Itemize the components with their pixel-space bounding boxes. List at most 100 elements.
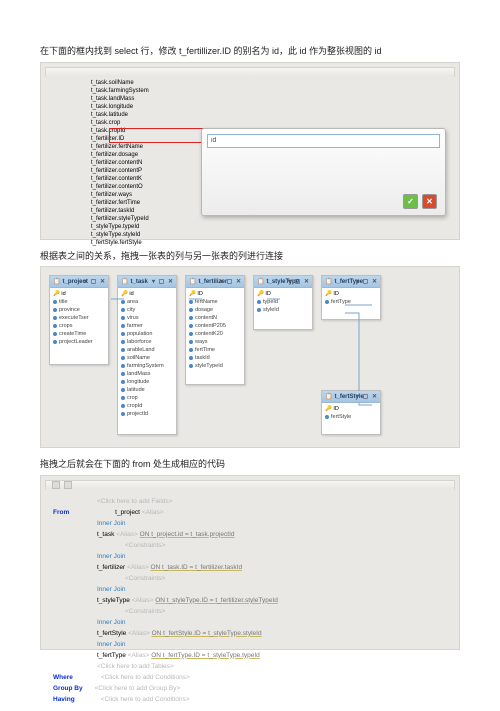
column-item[interactable]: soilName <box>121 354 173 362</box>
gb-ph[interactable]: <Click here to add Group By> <box>83 685 181 692</box>
tables-placeholder[interactable]: <Click here to add Tables> <box>53 661 174 672</box>
field-item[interactable]: t_fertilizer.dosage <box>91 151 149 159</box>
column-item[interactable]: typeId <box>257 298 309 306</box>
table-window-t_task[interactable]: 📋t_task▾ ▢ ✕ 🔑 idareacityvirusfarmerpopul… <box>117 275 177 435</box>
column-item[interactable]: crops <box>53 322 105 330</box>
table-window-t_fertStyle[interactable]: 📋t_fertStyle▾ ▢ ✕ 🔑 IDfertStyle <box>321 390 381 435</box>
column-item[interactable]: virus <box>121 314 173 322</box>
column-item[interactable]: laborforce <box>121 338 173 346</box>
field-item[interactable]: t_fertilizer.contentO <box>91 183 149 191</box>
table-header[interactable]: 📋t_task▾ ▢ ✕ <box>118 276 176 288</box>
column-item[interactable]: province <box>53 306 105 314</box>
select-editor-panel: t_task.soilName t_task.farmingSystem t_t… <box>40 62 460 240</box>
column-item[interactable]: latitude <box>121 386 173 394</box>
alias-ph[interactable]: <Alias> <box>116 531 138 538</box>
column-item[interactable]: longitude <box>121 378 173 386</box>
column-item[interactable]: contentP205 <box>189 322 241 330</box>
table-header[interactable]: 📋t_fertType▾ ▢ ✕ <box>322 276 380 288</box>
column-item[interactable]: 🔑 ID <box>189 290 241 298</box>
column-item[interactable]: farmer <box>121 322 173 330</box>
kw-from: From <box>53 509 69 516</box>
toolbar-button[interactable] <box>64 481 72 489</box>
column-item[interactable]: landMass <box>121 370 173 378</box>
constraints-ph[interactable]: <Constraints> <box>53 606 165 617</box>
field-item[interactable]: t_task.soilName <box>91 79 149 87</box>
column-item[interactable]: farmingSystem <box>121 362 173 370</box>
fields-placeholder[interactable]: <Click here to add Fields> <box>53 496 173 507</box>
column-item[interactable]: 🔑 ID <box>257 290 309 298</box>
field-item[interactable]: t_styleType.typeId <box>91 223 149 231</box>
toolbar-button[interactable] <box>52 481 60 489</box>
tbl: t_fertType <box>97 652 126 659</box>
field-item[interactable]: t_fertilizer.ID <box>91 135 149 143</box>
field-item[interactable]: t_task.landMass <box>91 95 149 103</box>
alias-ph[interactable]: <Alias> <box>142 509 164 516</box>
cond-ph[interactable]: <Click here to add Conditions> <box>73 672 190 683</box>
tbl: t_styleType <box>97 597 130 604</box>
column-item[interactable]: crop <box>121 394 173 402</box>
column-item[interactable]: city <box>121 306 173 314</box>
field-item[interactable]: t_fertilizer.fertName <box>91 143 149 151</box>
field-item[interactable]: t_fertilizer.styleTypeId <box>91 215 149 223</box>
column-item[interactable]: projectId <box>121 410 173 418</box>
kw-ij: Inner Join <box>53 551 126 562</box>
column-item[interactable]: projectLeader <box>53 338 105 346</box>
field-item[interactable]: t_fertilizer.contentN <box>91 159 149 167</box>
confirm-button[interactable]: ✓ <box>403 194 418 209</box>
field-item[interactable]: t_fertilizer.taskId <box>91 207 149 215</box>
column-item[interactable]: taskId <box>189 354 241 362</box>
column-item[interactable]: executeTser <box>53 314 105 322</box>
column-item[interactable]: arableLand <box>121 346 173 354</box>
column-item[interactable]: title <box>53 298 105 306</box>
field-item[interactable]: t_task.cropId <box>91 127 149 135</box>
column-item[interactable]: contentK20 <box>189 330 241 338</box>
column-item[interactable]: fertName <box>189 298 241 306</box>
alias-ph[interactable]: <Alias> <box>128 652 150 659</box>
table-header[interactable]: 📋t_fertilizer▾ ▢ ✕ <box>186 276 244 288</box>
tables-container: 📋t_project▾ ▢ ✕🔑 idtitleprovinceexecuteT… <box>49 275 451 439</box>
field-item[interactable]: t_fertilizer.fertTime <box>91 199 149 207</box>
column-item[interactable]: styleId <box>257 306 309 314</box>
column-item[interactable]: fertTime <box>189 346 241 354</box>
field-item[interactable]: t_fertStyle.fertStyle <box>91 239 149 247</box>
column-item[interactable]: 🔑 id <box>53 290 105 298</box>
field-item[interactable]: t_fertilizer.contentK <box>91 175 149 183</box>
column-item[interactable]: cropId <box>121 402 173 410</box>
field-item[interactable]: t_fertilizer.ways <box>91 191 149 199</box>
table-header[interactable]: 📋t_project▾ ▢ ✕ <box>50 276 108 288</box>
table-window-t_styleType[interactable]: 📋t_styleType▾ ▢ ✕ 🔑 IDtypeIdstyleId <box>253 275 313 330</box>
table-window-t_fertilizer[interactable]: 📋t_fertilizer▾ ▢ ✕🔑 IDfertNamedosagecont… <box>185 275 245 385</box>
field-item[interactable]: t_task.farmingSystem <box>91 87 149 95</box>
column-item[interactable]: dosage <box>189 306 241 314</box>
column-item[interactable]: 🔑 ID <box>325 405 377 413</box>
column-item[interactable]: contentN <box>189 314 241 322</box>
column-item[interactable]: fertStyle <box>325 413 377 421</box>
table-window-t_project[interactable]: 📋t_project▾ ▢ ✕ 🔑 idtitleprovinceexecuteT… <box>49 275 109 365</box>
table-header[interactable]: 📋t_fertStyle▾ ▢ ✕ <box>322 391 380 403</box>
column-item[interactable]: styleTypeId <box>189 362 241 370</box>
table-window-t_fertType[interactable]: 📋t_fertType▾ ▢ ✕ 🔑 IDfertType <box>321 275 381 320</box>
field-item[interactable]: t_fertilizer.contentP <box>91 167 149 175</box>
column-item[interactable]: 🔑 id <box>121 290 173 298</box>
field-item[interactable]: t_task.latitude <box>91 111 149 119</box>
column-item[interactable]: 🔑 ID <box>325 290 377 298</box>
field-item[interactable]: t_task.crop <box>91 119 149 127</box>
sql-panel: <Click here to add Fields> From t_projec… <box>40 475 460 650</box>
column-item[interactable]: fertType <box>325 298 377 306</box>
column-item[interactable]: createTime <box>53 330 105 338</box>
constraints-ph[interactable]: <Constraints> <box>53 573 165 584</box>
kw-ij: Inner Join <box>53 518 126 529</box>
alias-ph[interactable]: <Alias> <box>132 597 154 604</box>
column-item[interactable]: ways <box>189 338 241 346</box>
column-item[interactable]: population <box>121 330 173 338</box>
cancel-button[interactable]: ✕ <box>422 194 437 209</box>
column-item[interactable]: area <box>121 298 173 306</box>
table-header[interactable]: 📋t_styleType▾ ▢ ✕ <box>254 276 312 288</box>
having-ph[interactable]: <Click here to add Conditions> <box>75 694 190 705</box>
alias-ph[interactable]: <Alias> <box>128 630 150 637</box>
field-item[interactable]: t_task.longitude <box>91 103 149 111</box>
alias-input[interactable] <box>207 134 440 148</box>
alias-ph[interactable]: <Alias> <box>127 564 149 571</box>
constraints-ph[interactable]: <Constraints> <box>53 540 165 551</box>
field-item[interactable]: t_styleType.styleId <box>91 231 149 239</box>
